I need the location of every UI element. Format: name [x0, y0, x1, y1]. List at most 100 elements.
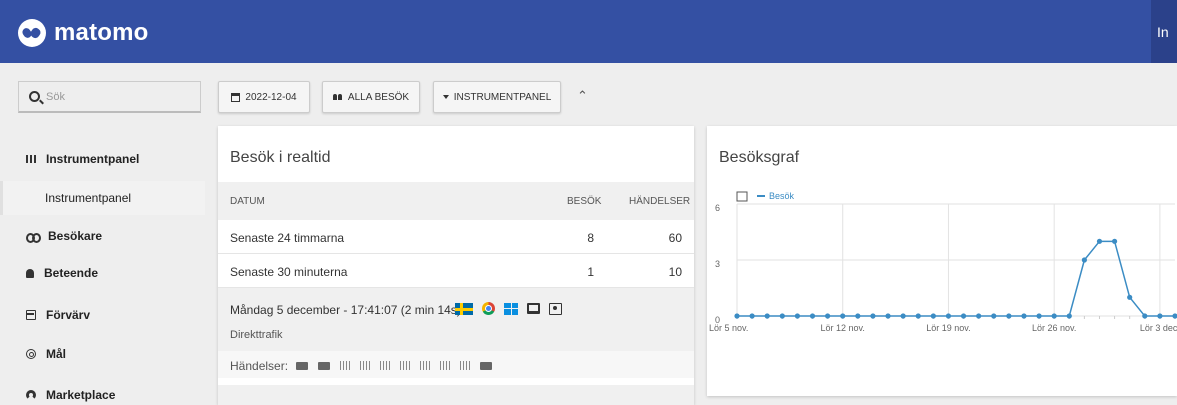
matomo-logo[interactable]: matomo: [18, 19, 149, 47]
table-row: Senaste 24 timmarna 8 60: [218, 220, 694, 254]
row-visits: 8: [587, 231, 594, 245]
sidebar-item-label: Besökare: [48, 229, 103, 243]
data-point: [1036, 313, 1042, 319]
top-nav-item[interactable]: In: [1151, 0, 1177, 63]
calendar-icon: [231, 92, 241, 102]
data-point: [779, 313, 785, 319]
sidebar-item-label: Beteende: [44, 266, 99, 280]
event-icon[interactable]: [420, 361, 430, 370]
binoculars-icon: [26, 232, 41, 243]
dashboard-icon: [26, 155, 36, 163]
series-line-besok: [737, 240, 1175, 317]
data-point: [1081, 257, 1087, 263]
sidebar-subitem-dashboard[interactable]: Instrumentpanel: [0, 181, 205, 215]
windows-icon: [504, 302, 518, 315]
data-point: [734, 313, 740, 319]
x-tick-label: Lör 12 nov.: [821, 323, 865, 333]
y-tick-label: 3: [715, 259, 720, 269]
sidebar-item-marketplace[interactable]: Marketplace: [26, 388, 115, 402]
row-label: Senaste 30 minuterna: [230, 265, 348, 279]
widget-title: Besök i realtid: [230, 149, 331, 166]
visit-source: Direkttrafik: [230, 329, 283, 341]
visit-entry[interactable]: Måndag 5 december - 17:41:07 (2 min 14s)…: [218, 288, 694, 378]
x-tick-label: Lör 26 nov.: [1032, 323, 1076, 333]
sidebar-subitem-label: Instrumentpanel: [45, 191, 132, 205]
visits-line-chart: 036Lör 5 nov. Lör 12 nov. Lör 19 nov. Lör 2…: [709, 191, 1177, 333]
data-point: [764, 313, 770, 319]
realtime-visits-widget: Besök i realtid DATUM BESÖK HÄNDELSER Se…: [218, 126, 694, 405]
event-icon[interactable]: [400, 361, 410, 370]
data-point: [885, 313, 891, 319]
data-point: [1172, 313, 1177, 319]
data-point: [1096, 238, 1103, 244]
search-box[interactable]: Sök: [18, 81, 201, 113]
events-label: Händelser:: [230, 359, 289, 373]
data-point: [870, 313, 876, 319]
data-point: [976, 313, 982, 319]
sidebar-item-visitors[interactable]: Besökare: [26, 229, 102, 243]
folder-icon[interactable]: [318, 361, 330, 370]
data-point: [1157, 313, 1163, 319]
desktop-icon: [527, 303, 540, 314]
event-icon[interactable]: [340, 361, 350, 370]
data-point: [809, 313, 816, 319]
bell-icon: [26, 268, 34, 278]
legend-label: Besök: [769, 191, 795, 201]
row-label: Senaste 24 timmarna: [230, 231, 345, 245]
data-point: [749, 313, 755, 319]
sidebar-item-acquisition[interactable]: Förvärv: [26, 308, 90, 322]
data-point: [1021, 313, 1027, 319]
search-icon: [29, 91, 40, 102]
data-point: [840, 313, 846, 319]
marketplace-icon: [26, 390, 36, 400]
data-point: [1127, 294, 1133, 300]
x-tick-label: Lör 19 nov.: [926, 323, 970, 333]
sweden-flag-icon: [455, 302, 473, 315]
visit-events: Händelser:: [218, 351, 694, 378]
sidebar-item-goals[interactable]: Mål: [26, 347, 66, 361]
event-icon[interactable]: [380, 361, 390, 370]
sidebar-item-label: Marketplace: [46, 388, 116, 402]
data-point: [900, 313, 906, 319]
sidebar-item-label: Förvärv: [46, 308, 91, 322]
data-point: [855, 313, 861, 319]
data-point: [825, 313, 831, 319]
date-label: 2022-12-04: [245, 91, 297, 103]
sidebar-item-dashboard[interactable]: Instrumentpanel: [26, 152, 139, 166]
visit-entry[interactable]: [218, 385, 694, 405]
data-point: [1111, 238, 1118, 244]
table-header: DATUM BESÖK HÄNDELSER: [218, 182, 694, 220]
users-icon: [332, 93, 343, 101]
folder-icon[interactable]: [296, 361, 308, 370]
search-placeholder: Sök: [46, 90, 65, 103]
sidebar-item-label: Mål: [46, 347, 67, 361]
event-icon[interactable]: [440, 361, 450, 370]
x-tick-label: Lör 5 nov.: [709, 323, 748, 333]
date-selector-button[interactable]: 2022-12-04: [218, 81, 310, 113]
table-row: Senaste 30 minuterna 1 10: [218, 254, 694, 288]
event-icon[interactable]: [360, 361, 370, 370]
event-icon[interactable]: [460, 361, 470, 370]
visits-graph-widget: Besöksgraf 0 3 6 Lör 5 nov. Lör 12 nov. Lör 1…: [707, 126, 1177, 396]
brand-name: matomo: [54, 19, 149, 46]
segment-label: ALLA BESÖK: [347, 91, 410, 103]
column-header-events: HÄNDELSER: [629, 196, 691, 207]
segment-selector-button[interactable]: ALLA BESÖK: [322, 81, 420, 113]
data-point: [991, 313, 997, 319]
dashboard-selector-button[interactable]: INSTRUMENTPANEL: [433, 81, 561, 113]
visit-header: Måndag 5 december - 17:41:07 (2 min 14s): [230, 303, 461, 317]
sidebar-item-behaviour[interactable]: Beteende: [26, 266, 98, 280]
x-tick-label: Lör 3 dec.: [1140, 323, 1177, 333]
row-events: 10: [668, 265, 682, 279]
matomo-logo-icon: [18, 19, 46, 47]
visit-icons: [455, 302, 562, 315]
visitor-profile-icon[interactable]: [549, 302, 562, 315]
folder-icon[interactable]: [480, 361, 492, 370]
dashboard-label: INSTRUMENTPANEL: [453, 91, 552, 103]
acquisition-icon: [26, 310, 36, 320]
top-nav-label: In: [1157, 24, 1169, 40]
data-point: [945, 313, 952, 319]
collapse-chevron-icon[interactable]: ⌃: [577, 88, 588, 104]
column-header-visits: BESÖK: [567, 196, 602, 207]
data-point: [915, 313, 921, 319]
